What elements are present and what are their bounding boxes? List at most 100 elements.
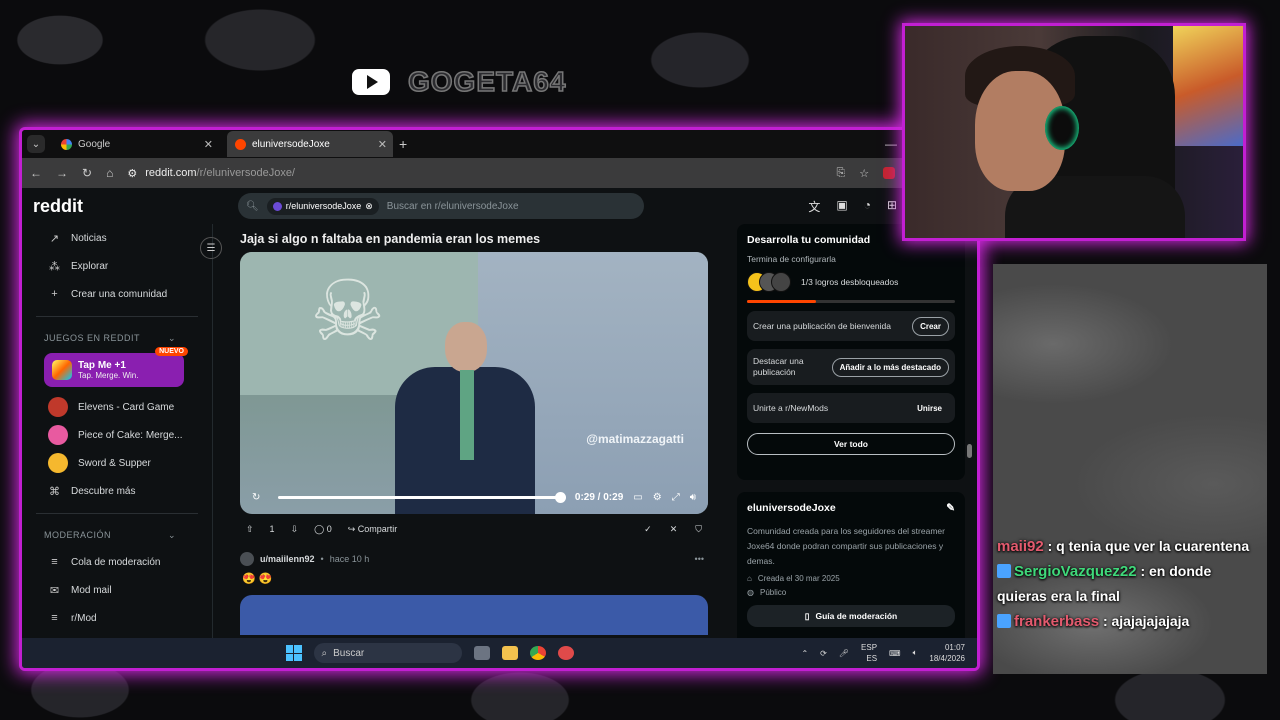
downvote-icon[interactable]: ⇩	[291, 524, 299, 535]
mod-section-header[interactable]: MODERACIÓN ⌄	[22, 522, 212, 548]
scrollbar-thumb[interactable]	[967, 444, 972, 458]
windows-start-icon[interactable]	[285, 645, 302, 661]
volume-icon[interactable]: 🔈︎	[913, 648, 918, 658]
divider	[36, 316, 198, 317]
featured-game-tap-me[interactable]: Tap Me +1 Tap. Merge. Win. NUEVO	[44, 347, 188, 387]
chat-badge-icon	[997, 564, 1011, 578]
sidebar-item-game[interactable]: Piece of Cake: Merge...	[22, 421, 212, 449]
replay-icon[interactable]: ↻	[252, 492, 260, 503]
taskbar-search[interactable]: ⌕ Buscar	[313, 643, 462, 663]
header-actions: 文 ▣ ◔ ⊞	[808, 198, 897, 215]
sidebar-item-crear-comunidad[interactable]: + Crear una comunidad	[22, 280, 212, 308]
sidebar-item-mod-queue[interactable]: ≡ Cola de moderación	[22, 548, 212, 576]
tab-search-button[interactable]: ⌄	[27, 135, 45, 153]
video-progress-bar[interactable]	[278, 491, 566, 503]
remove-icon[interactable]: ✕	[670, 524, 678, 535]
fullscreen-icon[interactable]: ⤢	[672, 492, 680, 503]
sidebar-item-rmod[interactable]: ≡ r/Mod	[22, 604, 212, 632]
chat-icon[interactable]: ◔	[864, 198, 871, 215]
post-media[interactable]	[240, 595, 708, 635]
sync-icon[interactable]: ⟳	[820, 649, 827, 658]
post-author[interactable]: u/maiilenn92	[260, 554, 315, 564]
install-app-icon[interactable]: ⎘	[836, 167, 845, 180]
avatar[interactable]	[240, 552, 254, 566]
add-highlight-button[interactable]: Añadir a lo más destacado	[831, 357, 949, 377]
video-time: 0:29 / 0:29	[574, 491, 624, 503]
video-player[interactable]: ☠ @matimazzagatti ↻ 0:29 / 0:29 ▭ ⚙ ⤢ 🔊︎	[240, 252, 708, 514]
more-options-icon[interactable]: •••	[695, 554, 710, 564]
divider	[36, 513, 198, 514]
extension-icon[interactable]	[883, 167, 896, 179]
achievement-badge	[771, 272, 791, 292]
mod-guide-button[interactable]: ▯ Guía de moderación	[747, 605, 955, 627]
game-subtitle: Tap. Merge. Win.	[78, 371, 139, 380]
community-avatar	[272, 201, 282, 211]
achievements[interactable]: 1/3 logros desbloqueados	[747, 272, 955, 292]
post-title[interactable]: Jaja si algo n faltaba en pandemia eran …	[240, 232, 710, 246]
home-icon[interactable]: ⌂	[106, 166, 113, 180]
join-button[interactable]: Unirse	[910, 400, 949, 417]
task-view-icon[interactable]	[473, 646, 490, 660]
minimize-window-button[interactable]: —	[885, 137, 897, 151]
chrome-icon[interactable]	[529, 646, 546, 660]
sidebar-item-game[interactable]: Sword & Supper	[22, 449, 212, 477]
webcam-overlay	[905, 26, 1243, 238]
reload-icon[interactable]: ↻	[82, 166, 92, 180]
chat-message: maii92 : q tenia que ver la cuarentena	[997, 534, 1263, 559]
youtube-icon	[352, 69, 390, 95]
see-all-button[interactable]: Ver todo	[747, 433, 955, 455]
ads-icon[interactable]: ▣	[836, 198, 847, 215]
progress-knob[interactable]	[554, 491, 566, 503]
community-search-chip[interactable]: r/eluniversodeJoxe ⊗	[266, 197, 379, 215]
upvote-icon[interactable]: ⇧	[246, 524, 254, 535]
file-explorer-icon[interactable]	[501, 646, 518, 660]
search-input[interactable]: 🔍︎ r/eluniversodeJoxe ⊗ Buscar en r/elun…	[238, 193, 644, 219]
forward-icon[interactable]: →	[56, 166, 68, 180]
sidebar-item-discover[interactable]: ⌘ Descubre más	[22, 477, 212, 505]
site-info-icon[interactable]: ⚙	[127, 167, 137, 180]
translate-icon[interactable]: 文	[808, 198, 820, 215]
captions-icon[interactable]: ▭	[633, 492, 642, 503]
chat-text: : q tenia que ver la cuarentena	[1043, 538, 1250, 554]
bookmark-star-icon[interactable]: ☆	[859, 167, 869, 180]
close-tab-icon[interactable]: ✕	[378, 138, 387, 151]
create-post-icon[interactable]: ⊞	[887, 198, 897, 215]
url-field[interactable]: ⚙ reddit.com/r/eluniversodeJoxe/	[127, 167, 822, 180]
new-tab-button[interactable]: +	[399, 136, 407, 152]
sidebar-item-game[interactable]: Elevens - Card Game	[22, 393, 212, 421]
tab-google[interactable]: Google ✕	[53, 131, 219, 157]
sidebar-item-explorar[interactable]: ⁂ Explorar	[22, 252, 212, 280]
settings-gear-icon[interactable]: ⚙	[653, 492, 662, 503]
obs-icon[interactable]	[557, 646, 574, 660]
task-welcome-post: Crear una publicación de bienvenida Crear	[747, 311, 955, 341]
created-text: Creada el 30 mar 2025	[757, 574, 840, 583]
right-sidebar: Desarrolla tu comunidad ⌃ Termina de conf…	[737, 224, 965, 652]
edit-pencil-icon[interactable]: ✎	[946, 502, 955, 514]
sidebar-item-noticias[interactable]: ↗ Noticias	[22, 224, 212, 252]
volume-icon[interactable]: 🔊︎	[690, 492, 696, 503]
mic-icon[interactable]: 🎤︎	[839, 649, 849, 658]
language[interactable]: ESP	[861, 643, 877, 652]
chat-text: : ajajajajajaja	[1099, 613, 1190, 629]
reddit-logo[interactable]: reddit	[33, 196, 238, 217]
create-button[interactable]: Crear	[912, 316, 949, 336]
approve-icon[interactable]: ✓	[644, 524, 652, 535]
achievements-text: 1/3 logros desbloqueados	[801, 277, 899, 287]
tab-bar: ⌄ Google ✕ eluniversodeJoxe ✕ + —	[22, 130, 977, 158]
shield-icon[interactable]: ⛉	[695, 524, 702, 535]
back-icon[interactable]: ←	[30, 166, 42, 180]
clock-date: 18/4/2026	[929, 654, 965, 663]
tray-chevron-icon[interactable]: ⌃	[801, 649, 808, 658]
scrollbar[interactable]	[967, 224, 973, 638]
clear-chip-icon[interactable]: ⊗	[365, 201, 373, 212]
network-icon[interactable]: ⌨	[889, 649, 901, 658]
clock[interactable]: 01:07 18/4/2026	[929, 642, 965, 664]
share-button[interactable]: ↪ Compartir	[348, 524, 398, 535]
collapse-sidebar-button[interactable]: ☰	[200, 237, 222, 259]
comments-button[interactable]: ◯ 0	[314, 524, 332, 535]
sidebar-item-mod-mail[interactable]: ✉ Mod mail	[22, 576, 212, 604]
card-title: Desarrolla tu comunidad	[747, 234, 871, 246]
tab-reddit[interactable]: eluniversodeJoxe ✕	[227, 131, 393, 157]
stream-chat: maii92 : q tenia que ver la cuarentena Se…	[993, 264, 1267, 674]
close-tab-icon[interactable]: ✕	[204, 138, 213, 151]
